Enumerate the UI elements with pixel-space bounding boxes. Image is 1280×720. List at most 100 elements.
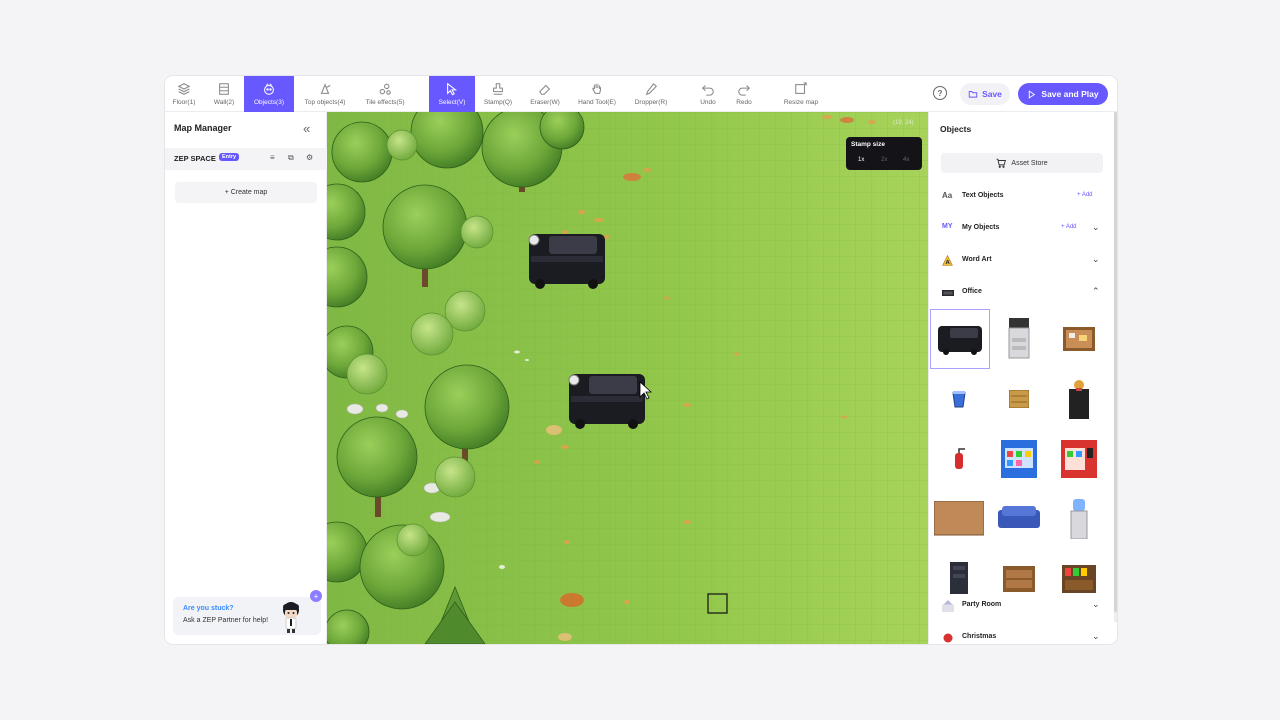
category-label: Word Art [962,256,992,263]
tool-undo[interactable]: Undo [692,76,724,112]
object-copier[interactable] [989,309,1049,369]
help-banner-subtitle: Ask a ZEP Partner for help! [183,617,269,624]
asset-store-label: Asset Store [1011,159,1048,167]
object-water-dispenser[interactable] [1049,489,1109,549]
help-banner-title: Are you stuck? [183,605,234,612]
object-red-vending-machine[interactable] [1049,429,1109,489]
tile-effects-icon [379,83,391,95]
tool-label: Dropper(R) [634,99,668,106]
my-objects-icon: MY [942,223,953,230]
chevron-down-icon[interactable]: ⌄ [1092,599,1100,610]
category-christmas[interactable]: Christmas ⌄ [929,626,1115,644]
tool-dropper[interactable]: Dropper(R) [628,76,674,112]
tool-label: Redo [736,99,752,106]
objects-panel-title: Objects [940,124,972,134]
redo-icon [738,85,750,96]
svg-text:A: A [945,260,950,266]
help-banner[interactable]: Are you stuck? Ask a ZEP Partner for hel… [173,590,322,635]
word-art-icon: A [942,255,953,266]
gear-icon[interactable]: ⚙ [306,153,313,162]
asset-store-button[interactable]: Asset Store [941,153,1103,173]
save-label: Save [982,89,1002,99]
cart-icon [997,158,1007,168]
party-icon [942,600,954,612]
stamp-size-2x[interactable]: 2x [881,157,887,163]
object-corkboard[interactable] [1049,309,1109,369]
tool-top-objects[interactable]: Top objects(4) [299,76,351,112]
add-text-object-button[interactable]: + Add [1077,192,1093,198]
christmas-icon [943,633,953,643]
copy-icon[interactable]: ⧉ [288,153,294,163]
undo-icon [702,85,714,96]
object-water-bucket[interactable] [929,369,989,429]
category-text-objects[interactable]: Aa Text Objects + Add [929,185,1115,209]
map-canvas[interactable]: (19, 24) Stamp size 1x 2x 4x [327,112,928,644]
object-wooden-box[interactable] [989,369,1049,429]
space-row[interactable]: ZEP SPACE Entry ≡ ⧉ ⚙ [165,148,327,170]
panel-title: Map Manager [174,123,232,133]
category-label: Party Room [962,601,1002,608]
tool-resize-map[interactable]: Resize map [777,76,825,112]
tool-label: Hand Tool(E) [578,99,616,106]
object-blue-sofa[interactable] [989,489,1049,549]
toolbar: Floor(1) Wall(2) Objects(3) Top objects(… [165,76,1117,112]
tool-select[interactable]: Select(V) [429,76,475,112]
object-blue-vending-machine[interactable] [989,429,1049,489]
chevron-down-icon[interactable]: ⌄ [1092,631,1100,642]
map-editor-window: Floor(1) Wall(2) Objects(3) Top objects(… [165,76,1117,644]
stamp-size-panel: Stamp size 1x 2x 4x [846,137,922,170]
category-word-art[interactable]: A Word Art ⌄ [929,249,1115,273]
stamp-size-1x[interactable]: 1x [858,157,864,163]
category-office[interactable]: Office ⌃ [929,281,1115,305]
add-my-object-button[interactable]: + Add [1061,224,1077,230]
black-van-2 [568,374,645,429]
tool-wall[interactable]: Wall(2) [205,76,243,112]
category-label: My Objects [962,224,1000,231]
stamp-size-4x[interactable]: 4x [903,157,909,163]
black-van-1 [528,234,605,289]
tool-label: Wall(2) [213,99,235,106]
layers-icon [177,83,191,95]
object-podium-trophy[interactable] [1049,369,1109,429]
tool-label: Top objects(4) [304,99,346,106]
chevron-up-icon[interactable]: ⌃ [1092,286,1100,297]
tool-hand[interactable]: Hand Tool(E) [572,76,622,112]
folder-icon [968,91,978,98]
eraser-icon [539,84,551,95]
collapse-panel-icon[interactable]: « [303,121,310,136]
tool-floor[interactable]: Floor(1) [165,76,203,112]
scrollbar-thumb[interactable] [1114,112,1117,612]
tool-label: Resize map [783,99,819,106]
office-object-grid [929,309,1115,596]
tool-tile-effects[interactable]: Tile effects(5) [361,76,409,112]
save-and-play-button[interactable]: Save and Play [1018,83,1108,105]
object-black-van[interactable] [930,309,990,369]
save-button[interactable]: Save [960,83,1010,105]
top-objects-icon [320,83,331,94]
wall-icon [219,83,229,95]
create-map-button[interactable]: + Create map [175,182,317,203]
map-manager-panel: Map Manager « ZEP SPACE Entry ≡ ⧉ ⚙ + Cr… [165,112,327,644]
tool-label: Tile effects(5) [365,99,405,106]
tool-eraser[interactable]: Eraser(W) [523,76,567,112]
tool-label: Floor(1) [172,99,196,106]
tool-stamp[interactable]: Stamp(Q) [477,76,519,112]
objects-icon [264,83,274,95]
office-icon [942,290,954,296]
chevron-down-icon[interactable]: ⌄ [1092,222,1100,233]
tool-redo[interactable]: Redo [728,76,760,112]
resize-icon [795,82,807,94]
play-icon [1029,89,1036,99]
chevron-down-icon[interactable]: ⌄ [1092,254,1100,265]
list-icon[interactable]: ≡ [270,153,275,162]
tool-objects[interactable]: Objects(3) [244,76,294,112]
plus-icon[interactable]: + [310,590,322,602]
object-fire-extinguisher[interactable] [929,429,989,489]
tool-label: Stamp(Q) [483,99,513,106]
object-wooden-table[interactable] [929,489,989,549]
help-icon[interactable]: ? [933,86,947,100]
category-my-objects[interactable]: MY My Objects + Add ⌄ [929,217,1115,241]
map-world [327,112,928,644]
tool-label: Undo [700,99,716,106]
category-party-room[interactable]: Party Room ⌄ [929,594,1115,618]
